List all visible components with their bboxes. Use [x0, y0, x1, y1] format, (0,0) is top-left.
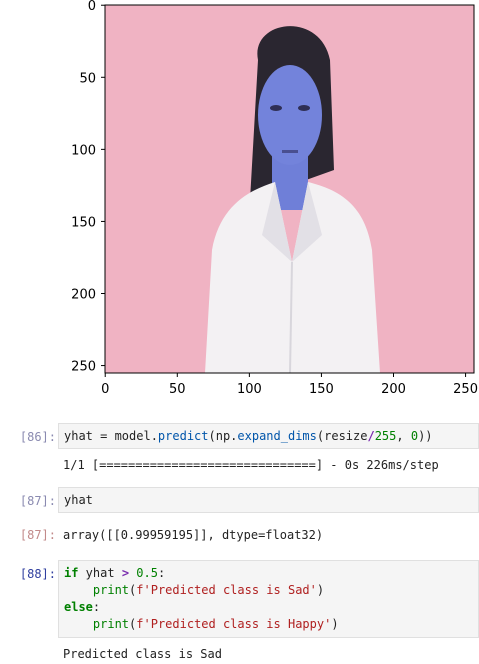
y-axis: 0 50 100 150 200 250 [71, 0, 105, 375]
x-tick-label: 0 [101, 382, 109, 397]
code-token: (resize [316, 429, 368, 443]
code-token: (np. [208, 429, 238, 443]
notebook-cell-87: [87]: yhat [87]: array([[0.99959195]], d… [0, 487, 479, 547]
code-token: yhat = model. [64, 429, 158, 443]
right-eye [298, 105, 310, 111]
code-token: 0.5 [136, 566, 158, 580]
code-token: print [92, 583, 130, 597]
y-tick-label: 200 [71, 288, 96, 303]
y-tick-label: 150 [71, 215, 96, 230]
input-prompt: [87]: [19, 494, 56, 508]
code-token: )) [418, 429, 433, 443]
x-tick-label: 150 [309, 382, 334, 397]
output-prompt: [87]: [19, 528, 56, 542]
code-token: f'Predicted class is Sad' [136, 583, 317, 597]
x-tick-label: 100 [237, 382, 262, 397]
code-token: predict [157, 429, 209, 443]
code-editor[interactable]: yhat [58, 487, 479, 513]
x-axis: 0 50 100 150 200 250 [101, 373, 478, 397]
code-token: f'Predicted class is Happy' [136, 617, 332, 631]
y-tick-label: 0 [88, 0, 96, 14]
input-prompt: [86]: [19, 430, 56, 444]
code-token: else [64, 600, 93, 614]
cell-output: 1/1 [==============================] - 0… [63, 458, 439, 472]
figure-svg: 0 50 100 150 200 250 0 50 100 150 200 250 [71, 0, 478, 397]
code-token: : [92, 600, 101, 614]
code-token: if [64, 566, 79, 580]
cell-output: Predicted class is Sad [63, 647, 222, 661]
y-tick-label: 100 [71, 143, 96, 158]
x-tick-label: 50 [169, 382, 186, 397]
code-token: : [157, 566, 166, 580]
code-token: > [121, 566, 130, 580]
code-editor[interactable]: if yhat > 0.5: print(f'Predicted class i… [58, 560, 479, 638]
notebook-cell-86: [86]: yhat = model.predict(np.expand_dim… [0, 423, 479, 483]
code-token: yhat [78, 566, 122, 580]
code-editor[interactable]: yhat = model.predict(np.expand_dims(resi… [58, 423, 479, 449]
code-token: yhat [64, 493, 93, 507]
image-display [105, 5, 474, 373]
y-tick-label: 250 [71, 360, 96, 375]
code-token: / [367, 429, 375, 443]
input-prompt: [88]: [19, 567, 56, 581]
mouth [282, 150, 298, 153]
code-token: ) [331, 617, 339, 631]
cell-output: array([[0.99959195]], dtype=float32) [63, 528, 324, 542]
code-token: print [92, 617, 130, 631]
code-token: 255 [374, 429, 397, 443]
code-token: 0 [410, 429, 419, 443]
code-token: , [396, 429, 411, 443]
notebook-cell-88: [88]: if yhat > 0.5: print(f'Predicted c… [0, 560, 479, 664]
x-tick-label: 200 [381, 382, 406, 397]
matplotlib-figure: 0 50 100 150 200 250 0 50 100 150 200 250 [0, 0, 479, 400]
y-tick-label: 50 [79, 71, 96, 86]
x-tick-label: 250 [453, 382, 478, 397]
left-eye [270, 105, 282, 111]
code-token: expand_dims [237, 429, 317, 443]
code-token: ) [316, 583, 325, 597]
